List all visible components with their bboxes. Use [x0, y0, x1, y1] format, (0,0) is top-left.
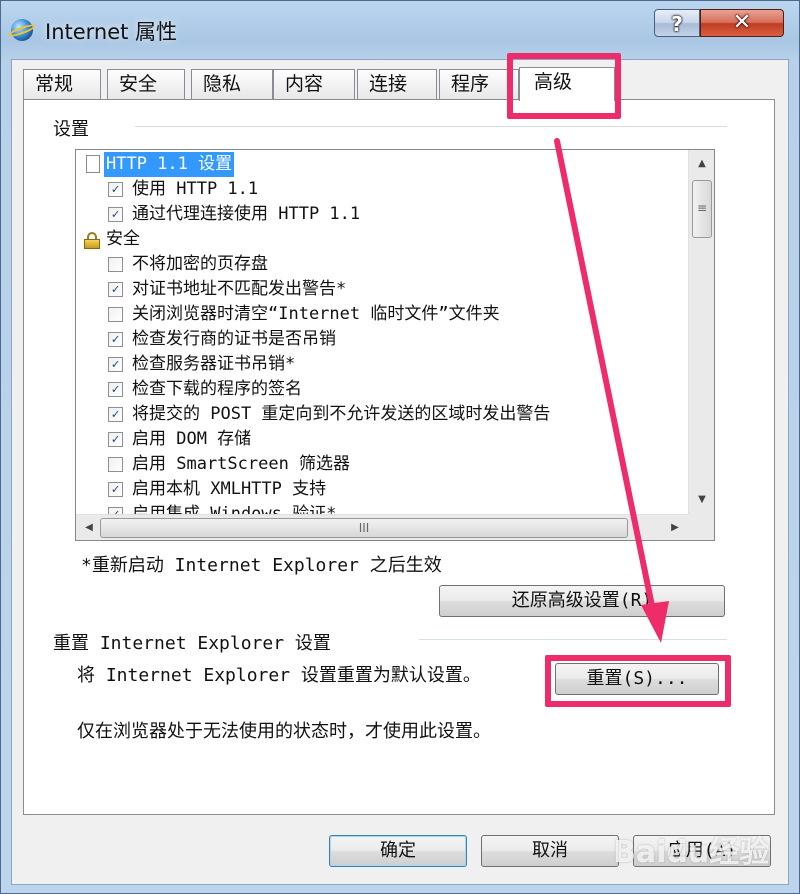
restore-advanced-settings-button[interactable]: 还原高级设置(R): [439, 585, 725, 617]
window-title: Internet 属性: [45, 20, 178, 44]
checkbox[interactable]: ✓: [108, 207, 123, 222]
reset-description: 将 Internet Explorer 设置重置为默认设置。: [77, 665, 481, 686]
baidu-watermark: Baidu经验: [613, 835, 770, 870]
restart-note: *重新启动 Internet Explorer 之后生效: [81, 555, 442, 576]
reset-warning: 仅在浏览器处于无法使用的状态时，才使用此设置。: [77, 721, 491, 742]
cancel-button[interactable]: 取消: [481, 835, 619, 867]
option-label: 对证书地址不匹配发出警告*: [132, 279, 347, 299]
scroll-up-icon[interactable]: ▲: [689, 152, 714, 176]
internet-explorer-icon: [11, 19, 33, 41]
option-label: 检查服务器证书吊销*: [132, 354, 296, 374]
horizontal-scroll-thumb[interactable]: III: [100, 518, 628, 538]
category-label: 安全: [106, 229, 140, 249]
checkbox[interactable]: [108, 457, 123, 472]
category-label: HTTP 1.1 设置: [104, 152, 235, 177]
checkbox[interactable]: ✓: [108, 407, 123, 422]
scroll-right-icon[interactable]: ▶: [662, 516, 688, 540]
option-label: 使用 HTTP 1.1: [132, 179, 259, 199]
reset-section-title: 重置 Internet Explorer 设置: [53, 633, 331, 654]
settings-group-label: 设置: [53, 119, 89, 140]
tab-connections[interactable]: 连接: [357, 69, 437, 99]
checkbox[interactable]: ✓: [108, 432, 123, 447]
scroll-left-icon[interactable]: ◀: [76, 516, 102, 540]
option-label: 启用 DOM 存储: [132, 429, 252, 449]
page-icon: [86, 155, 100, 173]
horizontal-scrollbar[interactable]: ◀ III ▶: [76, 514, 688, 540]
checkbox[interactable]: [108, 257, 123, 272]
ok-button[interactable]: 确定: [329, 835, 467, 867]
tab-advanced[interactable]: 高级: [519, 67, 615, 101]
option-label: 启用本机 XMLHTTP 支持: [132, 479, 327, 499]
vertical-scroll-thumb[interactable]: ≡: [692, 180, 712, 238]
checkbox[interactable]: ✓: [108, 282, 123, 297]
settings-divider: [135, 126, 727, 127]
settings-tree-list[interactable]: HTTP 1.1 设置 ✓ 使用 HTTP 1.1 ✓ 通过代理连接使用 HTT…: [75, 149, 715, 541]
tab-programs[interactable]: 程序: [439, 69, 519, 99]
tab-strip: 常规 安全 隐私 内容 连接 程序 高级: [23, 67, 783, 101]
internet-options-window: Internet 属性 ? ✕ 常规 安全 隐私 内容 连接 程序 高级 设置 …: [0, 0, 800, 894]
option-label: 启用 SmartScreen 筛选器: [132, 454, 351, 474]
scrollbar-corner: [688, 514, 714, 540]
title-bar[interactable]: Internet 属性 ? ✕: [1, 1, 799, 59]
option-label: 通过代理连接使用 HTTP 1.1: [132, 204, 361, 224]
option-label: 关闭浏览器时清空“Internet 临时文件”文件夹: [132, 304, 500, 324]
tab-general[interactable]: 常规: [23, 69, 101, 99]
checkbox[interactable]: ✓: [108, 357, 123, 372]
help-button[interactable]: ?: [654, 9, 700, 37]
scroll-down-icon[interactable]: ▼: [689, 488, 714, 512]
option-label: 检查下载的程序的签名: [132, 379, 302, 399]
tab-privacy[interactable]: 隐私: [191, 69, 273, 99]
tab-security[interactable]: 安全: [107, 69, 185, 99]
tab-content[interactable]: 内容: [273, 69, 355, 99]
checkbox[interactable]: ✓: [108, 182, 123, 197]
vertical-scrollbar[interactable]: ▲ ≡ ▼: [688, 150, 714, 514]
checkbox[interactable]: ✓: [108, 482, 123, 497]
close-button[interactable]: ✕: [700, 9, 784, 37]
checkbox[interactable]: ✓: [108, 382, 123, 397]
lock-icon: [84, 232, 100, 249]
checkbox[interactable]: [108, 307, 123, 322]
reset-button[interactable]: 重置(S)...: [555, 663, 719, 695]
reset-divider: [419, 639, 727, 640]
option-label: 不将加密的页存盘: [132, 254, 268, 274]
checkbox[interactable]: ✓: [108, 332, 123, 347]
option-label: 检查发行商的证书是否吊销: [132, 329, 336, 349]
option-label: 将提交的 POST 重定向到不允许发送的区域时发出警告: [132, 404, 551, 424]
